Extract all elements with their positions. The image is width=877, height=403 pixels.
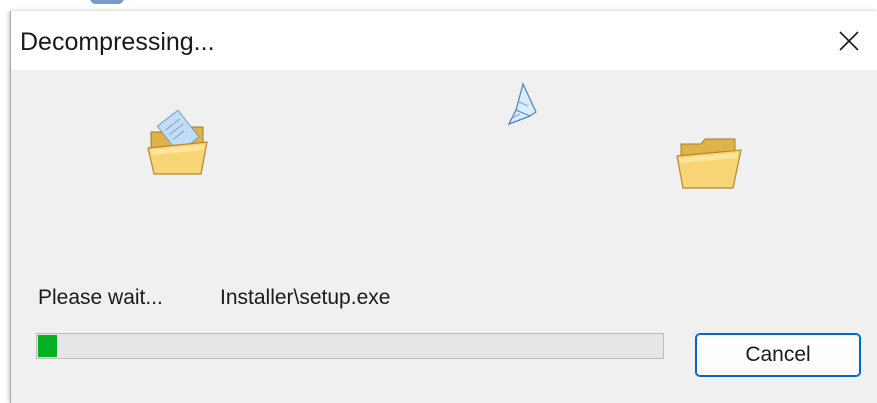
- decompress-dialog: Decompressing... Please wait... Installe…: [10, 11, 877, 403]
- background-window-fragment: [90, 0, 124, 4]
- cancel-button[interactable]: Cancel: [695, 333, 861, 377]
- flying-document-icon: [507, 82, 537, 126]
- progress-bar-fill: [38, 335, 57, 357]
- close-button[interactable]: [819, 11, 877, 70]
- file-copy-animation: [11, 70, 877, 270]
- title-bar[interactable]: Decompressing...: [11, 11, 877, 70]
- status-label: Please wait...: [38, 286, 163, 309]
- current-file-label: Installer\setup.exe: [220, 286, 391, 309]
- progress-bar: [36, 333, 664, 359]
- folder-icon: [676, 138, 742, 189]
- close-icon: [839, 31, 859, 51]
- dialog-title: Decompressing...: [20, 28, 215, 56]
- open-folder-with-document-icon: [147, 110, 208, 175]
